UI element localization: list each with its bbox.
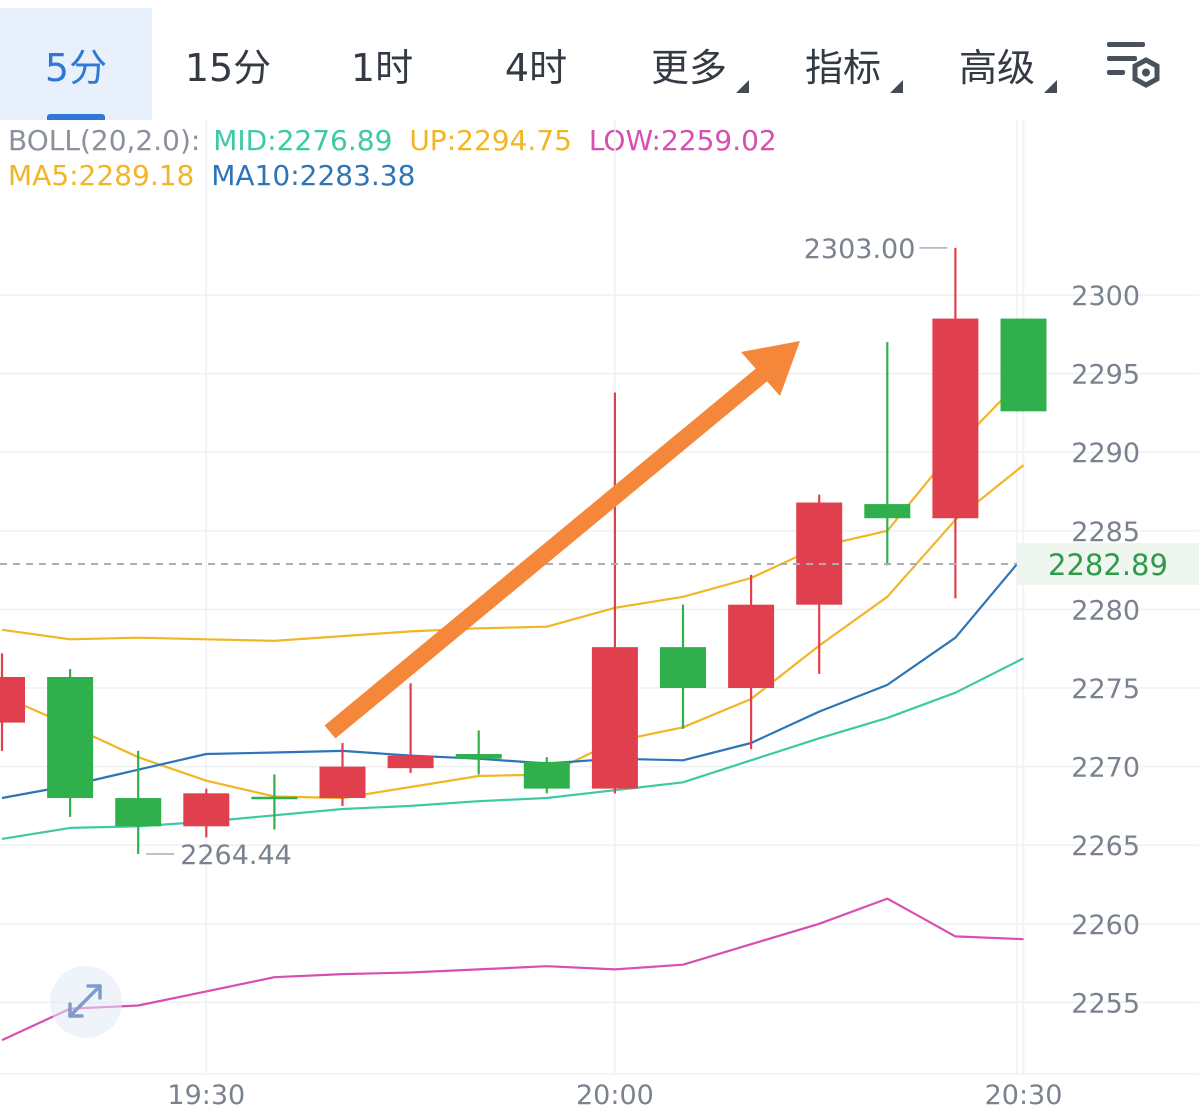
candle [251,774,298,830]
expand-arrows-icon [68,984,102,1018]
y-tick-label: 2290 [1071,438,1140,469]
y-tick-label: 2280 [1071,595,1140,626]
candle-body [183,793,230,827]
indicator-lines [1,376,1025,1042]
candle-body [1000,318,1047,412]
candle [796,494,843,674]
candle [455,730,502,775]
candle [932,247,979,599]
axis-labels: 2255226022652270227522802285229022952300… [167,281,1140,1111]
candle-body [455,754,502,759]
x-tick-label: 20:30 [985,1080,1063,1111]
low-price-label: 2264.44 [180,840,292,871]
candle-body [796,502,843,605]
candle [183,788,230,838]
candle-body [387,755,434,769]
candle-body [864,504,911,519]
y-tick-label: 2265 [1071,831,1140,862]
candle [660,604,706,729]
candle [864,342,911,566]
candle [387,683,434,773]
candle-body [591,647,638,789]
candle [523,757,570,794]
candle-body [660,647,706,688]
y-tick-label: 2275 [1071,674,1140,705]
candlestick-chart[interactable]: 2255226022652270227522802285229022952300… [0,0,1199,1118]
series-line-low [1,897,1024,1042]
current-price-label: 2282.89 [1048,548,1168,582]
candle-body [47,676,94,799]
candle [47,669,94,817]
y-tick-label: 2260 [1071,910,1140,941]
candle-body [523,761,570,789]
y-tick-label: 2300 [1071,281,1140,312]
candle-body [932,318,979,519]
x-tick-label: 19:30 [167,1080,245,1111]
x-tick-label: 20:00 [576,1080,654,1111]
candle [1000,318,1047,412]
candle-body [728,604,775,688]
y-tick-label: 2270 [1071,753,1140,784]
high-price-label: 2303.00 [804,234,916,265]
y-tick-label: 2295 [1071,360,1140,391]
y-tick-label: 2255 [1071,988,1140,1019]
zoom-button[interactable] [50,966,122,1038]
candle-body [0,676,25,723]
candle-body [115,798,162,827]
grid-layer [0,120,1199,1075]
candle [728,574,775,750]
candle [0,653,25,751]
series-line-ma10 [1,555,1025,800]
candle-body [319,766,366,799]
